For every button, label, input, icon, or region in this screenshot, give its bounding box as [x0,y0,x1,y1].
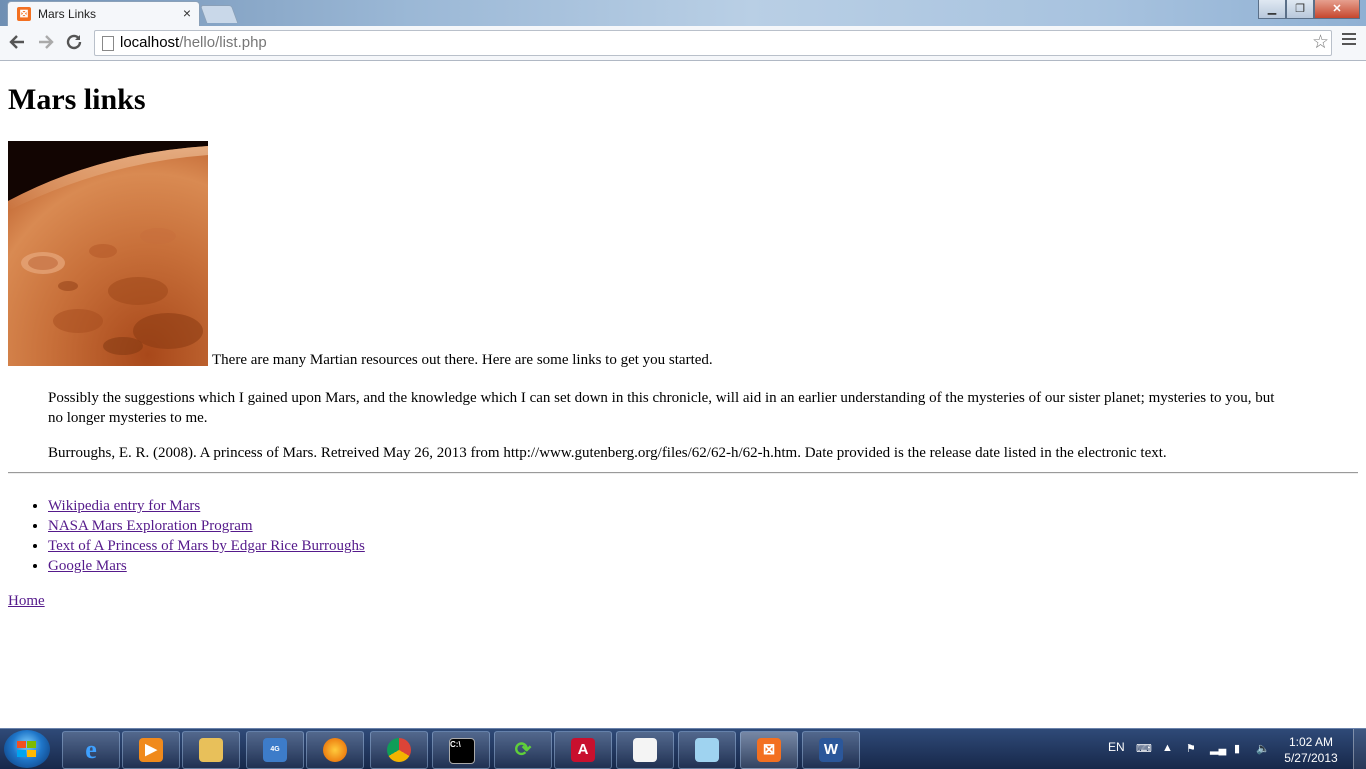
google-mars-link[interactable]: Google Mars [48,558,127,574]
file-explorer-taskbar-button[interactable] [182,731,240,769]
nasa-link[interactable]: NASA Mars Exploration Program [48,518,253,534]
action-center-flag-icon[interactable]: ⚑ [1186,742,1198,755]
notepad-taskbar-button[interactable] [678,731,736,769]
xampp-favicon-icon: ⊠ [17,7,31,21]
minimize-button[interactable]: ▁ [1258,0,1286,19]
clock-date: 5/27/2013 [1284,751,1338,765]
url-host: localhost [120,34,180,51]
notepad-icon [695,738,719,762]
acrobat-icon: A [571,738,595,762]
reload-icon[interactable] [63,32,85,54]
start-button[interactable] [4,730,50,768]
page-heading: Mars links [8,83,146,116]
tab-title: Mars Links [38,7,97,21]
firefox-icon [323,738,347,762]
windows-taskbar: e ▶ 4G C:\ ⟳ A ⊠ W EN ⌨ ▲ ⚑ ▂▄ ▮ 🔈 1:02 … [0,728,1366,769]
tab-close-icon[interactable]: × [183,5,191,21]
internet-explorer-taskbar-button[interactable]: e [62,731,120,769]
show-desktop-button[interactable] [1353,729,1366,769]
command-prompt-icon: C:\ [449,738,475,764]
browser-tab[interactable]: ⊠ Mars Links × [7,1,200,27]
bookmark-star-icon[interactable]: ☆ [1312,31,1329,54]
show-hidden-icons-icon[interactable]: ▲ [1162,742,1174,754]
hamburger-menu-icon[interactable] [1342,33,1356,47]
word-icon: W [819,738,843,762]
address-bar[interactable]: localhost/hello/list.php ☆ [94,30,1332,56]
quote-text: Possibly the suggestions which I gained … [48,390,1275,426]
system-tray: EN ⌨ ▲ ⚑ ▂▄ ▮ 🔈 1:02 AM 5/27/2013 [1106,729,1366,769]
list-item: Google Mars [48,556,365,576]
home-link[interactable]: Home [8,593,45,610]
forward-arrow-icon[interactable] [35,32,57,54]
page-icon [102,36,114,51]
sync-icon: ⟳ [514,739,532,761]
intro-text: There are many Martian resources out the… [212,352,713,368]
divider [8,472,1358,474]
command-prompt-taskbar-button[interactable]: C:\ [432,731,490,769]
mars-surface-image [8,141,208,366]
windows-logo-icon [17,741,37,758]
close-window-button[interactable]: ✕ [1314,0,1360,19]
sync-taskbar-button[interactable]: ⟳ [494,731,552,769]
window-controls: ▁ ❐ ✕ [1258,0,1360,19]
citation-text: Burroughs, E. R. (2008). A princess of M… [48,445,1167,461]
list-item: Wikipedia entry for Mars [48,496,365,516]
media-player-icon: ▶ [139,738,163,762]
url-text[interactable]: localhost/hello/list.php [120,34,267,51]
acrobat-taskbar-button[interactable]: A [554,731,612,769]
language-indicator[interactable]: EN [1108,740,1125,754]
mars-links-list: Wikipedia entry for Mars NASA Mars Explo… [8,496,365,576]
power-icon[interactable]: ▮ [1234,742,1246,755]
wikipedia-link[interactable]: Wikipedia entry for Mars [48,498,200,514]
chrome-taskbar-button[interactable] [370,731,428,769]
media-player-taskbar-button[interactable]: ▶ [122,731,180,769]
firefox-taskbar-button[interactable] [306,731,364,769]
clock-time: 1:02 AM [1288,735,1334,749]
xampp-icon: ⊠ [757,738,781,762]
wimax-icon: 4G [263,738,287,762]
wimax-taskbar-button[interactable]: 4G [246,731,304,769]
document-taskbar-button[interactable] [616,731,674,769]
internet-explorer-icon: e [85,735,97,764]
chrome-icon [387,738,411,762]
url-path: /hello/list.php [179,34,267,51]
mars-quote-block: Possibly the suggestions which I gained … [48,388,1288,478]
word-taskbar-button[interactable]: W [802,731,860,769]
xampp-taskbar-button[interactable]: ⊠ [740,731,798,769]
file-explorer-icon [199,738,223,762]
clock[interactable]: 1:02 AM 5/27/2013 [1276,734,1346,766]
browser-toolbar: localhost/hello/list.php ☆ [0,26,1366,61]
document-icon [633,738,657,762]
keyboard-icon[interactable]: ⌨ [1136,742,1152,755]
maximize-button[interactable]: ❐ [1286,0,1314,19]
new-tab-button[interactable] [199,5,239,23]
list-item: Text of A Princess of Mars by Edgar Rice… [48,536,365,556]
list-item: NASA Mars Exploration Program [48,516,365,536]
back-arrow-icon[interactable] [6,32,28,54]
window-titlebar: ⊠ Mars Links × ▁ ❐ ✕ [0,0,1366,27]
princess-of-mars-link[interactable]: Text of A Princess of Mars by Edgar Rice… [48,538,365,554]
network-signal-icon[interactable]: ▂▄ [1210,742,1226,755]
volume-icon[interactable]: 🔈 [1256,742,1270,755]
page-content: Mars links There are many Martian resour… [0,61,1366,728]
